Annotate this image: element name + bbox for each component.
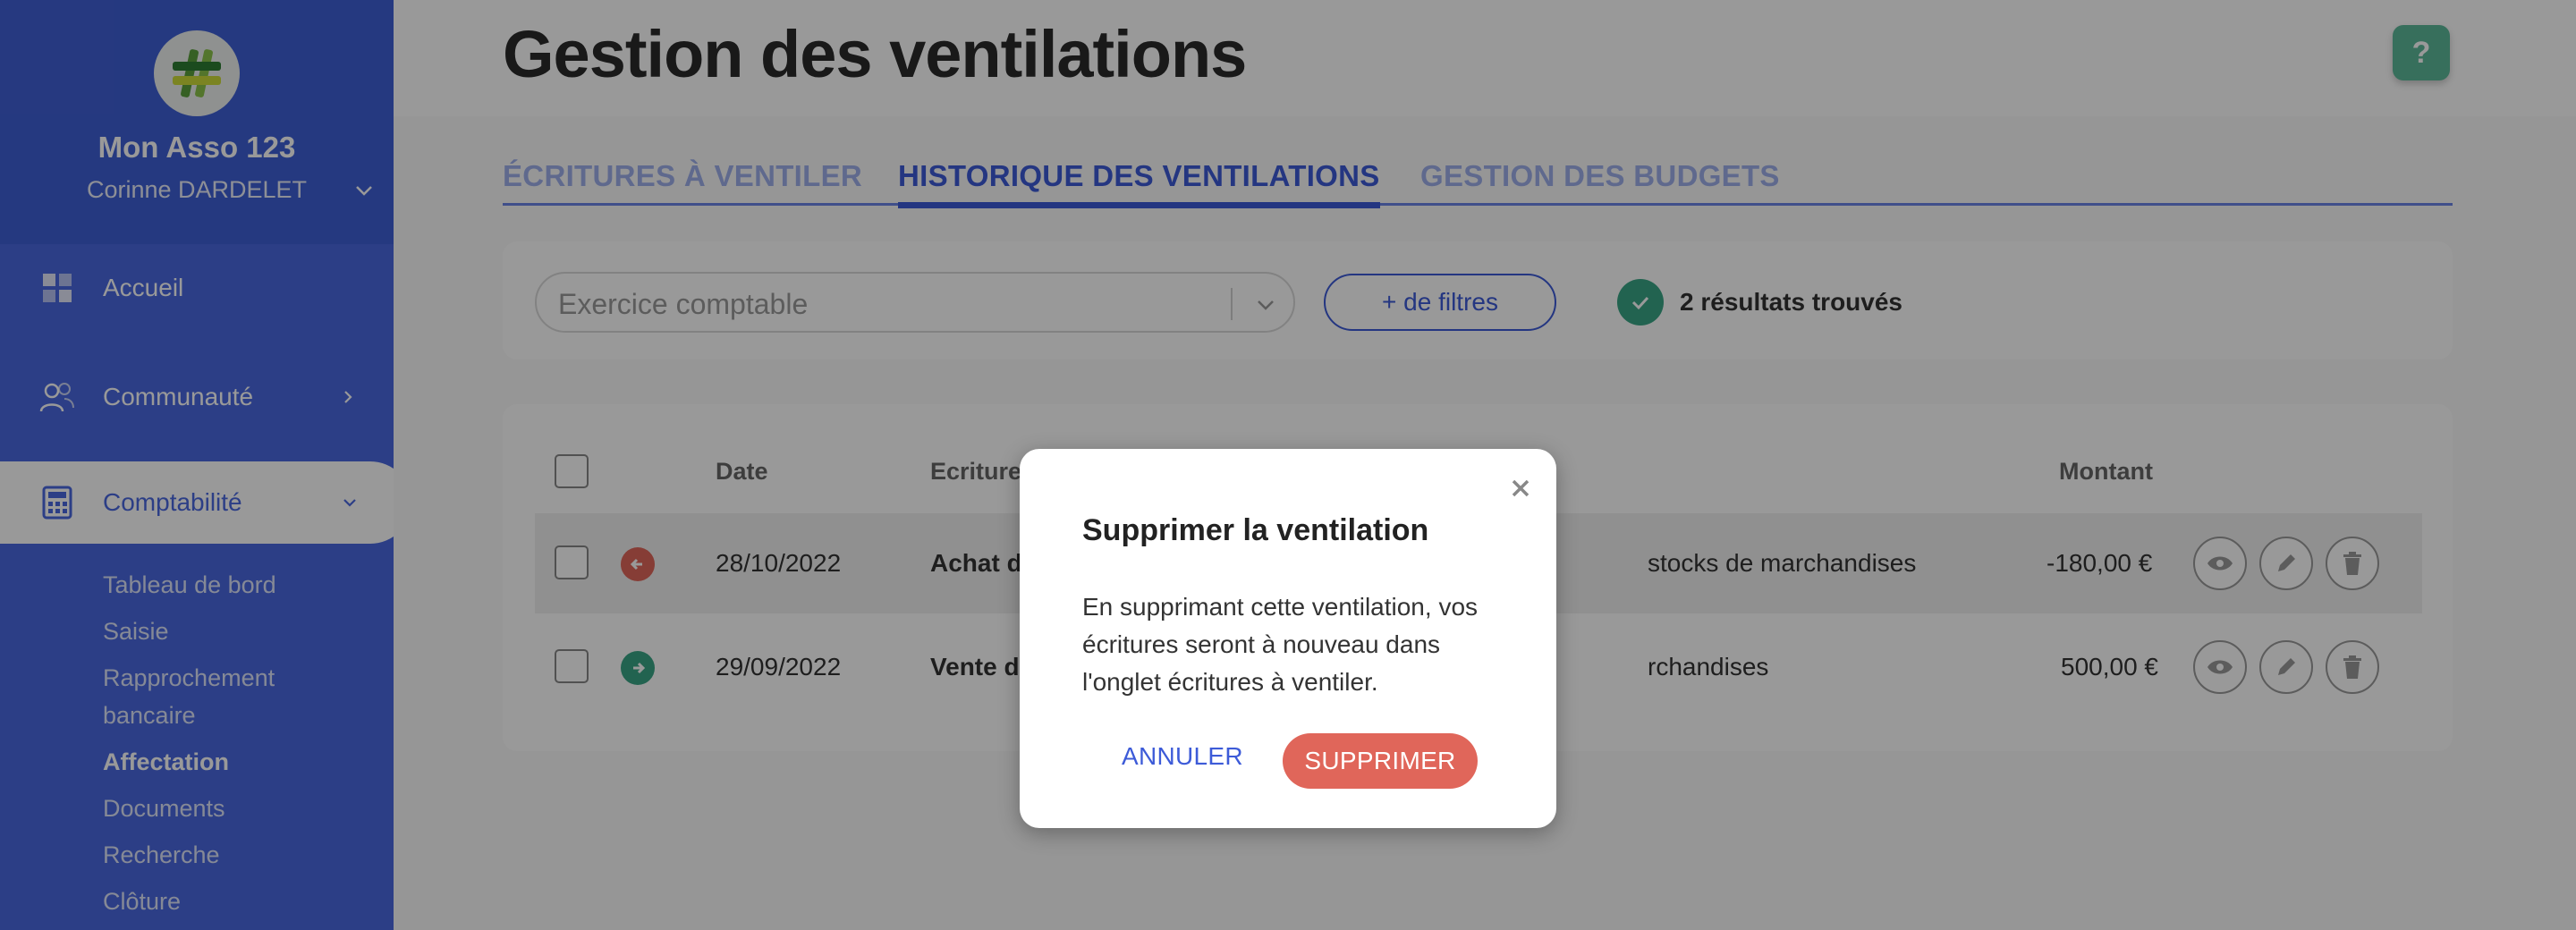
close-icon[interactable] <box>1508 476 1533 501</box>
delete-button[interactable]: SUPPRIMER <box>1283 733 1478 789</box>
delete-modal: Supprimer la ventilation En supprimant c… <box>1020 449 1556 828</box>
cancel-button[interactable]: ANNULER <box>1122 742 1243 771</box>
modal-body: En supprimant cette ventilation, vos écr… <box>1082 593 1479 696</box>
modal-title: Supprimer la ventilation <box>1082 513 1429 547</box>
